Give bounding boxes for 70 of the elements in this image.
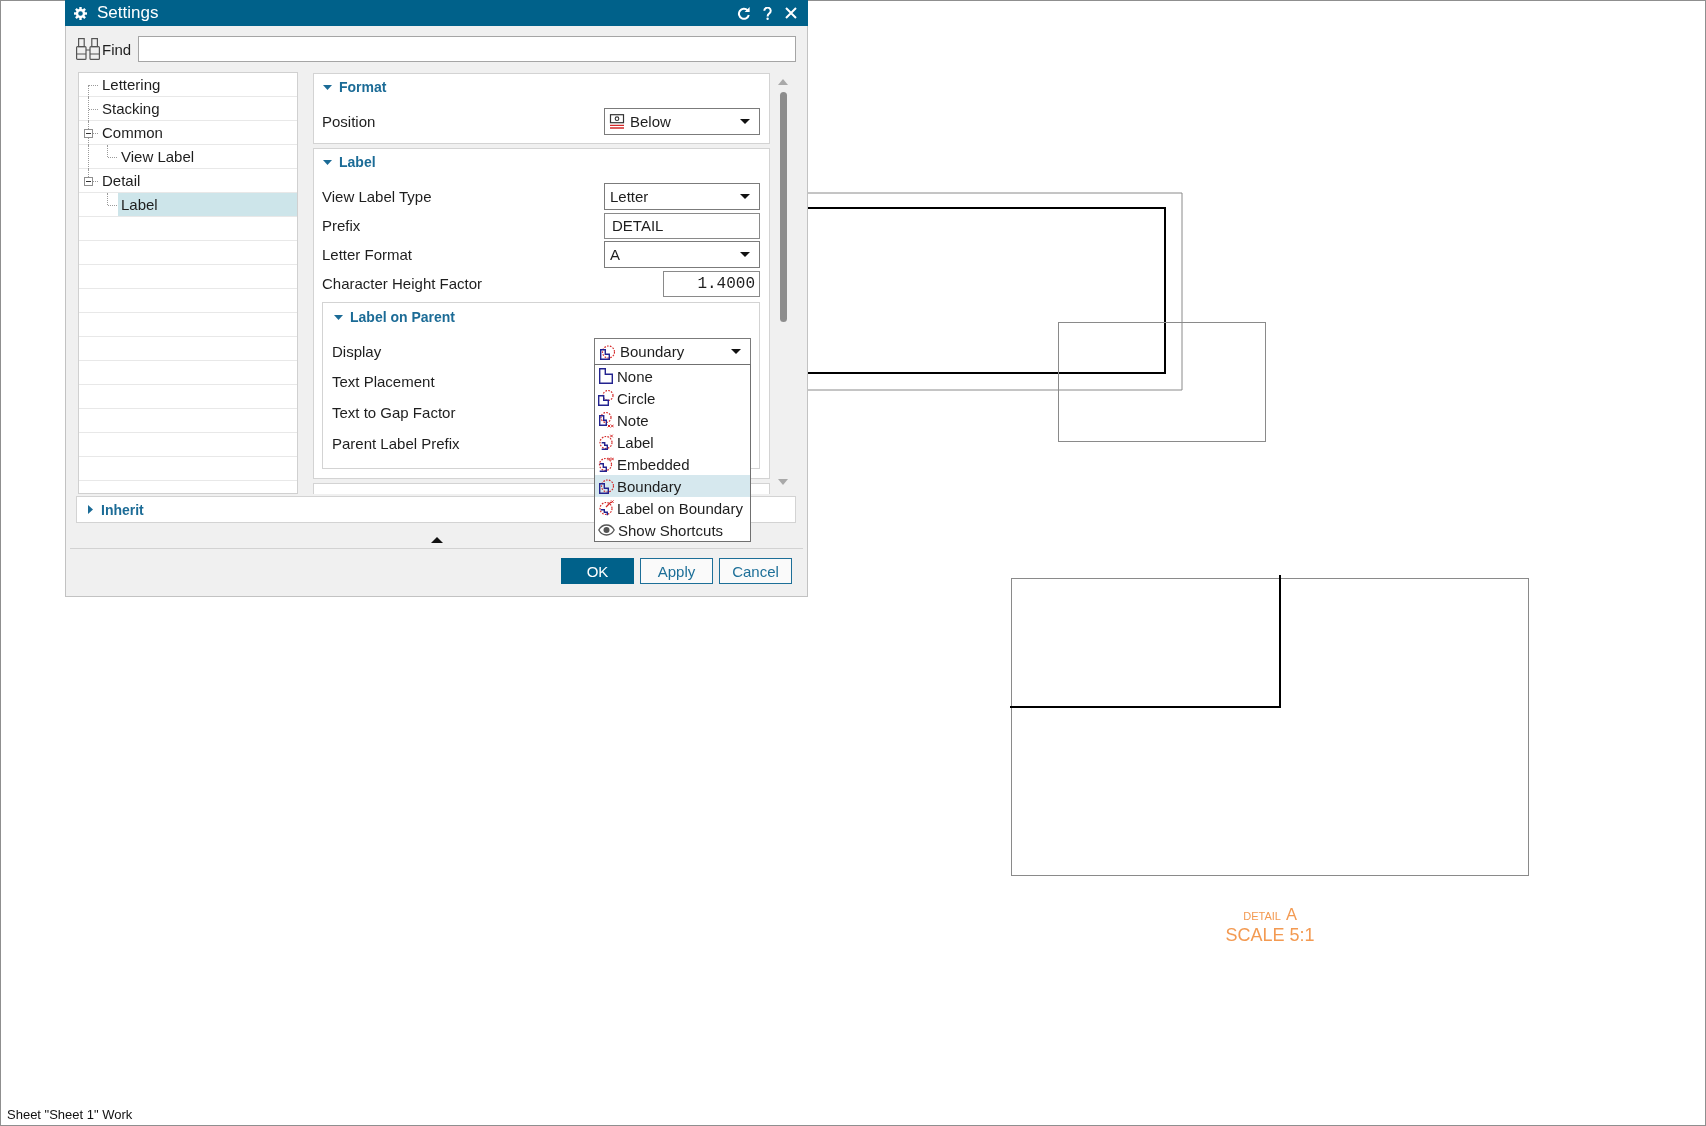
gear-icon bbox=[74, 6, 87, 20]
caret-down-icon bbox=[731, 349, 741, 354]
dropdown-option[interactable]: Label on Boundary bbox=[595, 497, 750, 519]
find-label: Find bbox=[102, 40, 132, 58]
caret-down-icon[interactable] bbox=[334, 314, 343, 320]
dropdown-option[interactable]: Note bbox=[595, 409, 750, 431]
close-icon[interactable] bbox=[785, 7, 797, 19]
window-title: Settings bbox=[97, 3, 160, 23]
number-field[interactable]: 1.4000 bbox=[663, 270, 760, 297]
monitor-icon bbox=[609, 114, 625, 129]
dialog-button[interactable]: Cancel bbox=[719, 558, 792, 584]
tree-item[interactable]: Label bbox=[118, 193, 297, 216]
field-label: Text Placement bbox=[332, 373, 435, 390]
section-title[interactable]: Format bbox=[339, 79, 387, 95]
section-title[interactable]: Inherit bbox=[101, 501, 144, 518]
tree-item[interactable]: Stacking bbox=[99, 97, 297, 120]
view-label-letter: A bbox=[1286, 905, 1297, 923]
dialog-button[interactable]: Apply bbox=[640, 558, 713, 584]
field-label: Position bbox=[322, 113, 376, 130]
tree-item[interactable]: Detail bbox=[99, 169, 297, 192]
view-label-prefix: DETAIL bbox=[1243, 910, 1281, 922]
help-icon[interactable] bbox=[763, 6, 772, 20]
dropdown-option[interactable]: Show Shortcuts bbox=[595, 519, 750, 541]
caret-down-icon bbox=[740, 194, 750, 199]
field-label: Display bbox=[332, 343, 382, 360]
eye-icon bbox=[598, 524, 615, 536]
section-title[interactable]: Label bbox=[339, 154, 376, 170]
tree-item[interactable]: Lettering bbox=[99, 73, 297, 96]
caret-down-icon bbox=[740, 252, 750, 257]
boundary-marker-icon bbox=[598, 478, 614, 494]
minus-icon[interactable] bbox=[84, 177, 93, 186]
circle-outline-icon bbox=[598, 390, 614, 406]
dropdown-option[interactable]: None bbox=[595, 365, 750, 387]
boundary-label-icon bbox=[598, 500, 614, 516]
scrollbar-thumb[interactable] bbox=[779, 92, 787, 322]
field-label: View Label Type bbox=[322, 188, 432, 205]
status-text: Sheet "Sheet 1" Work bbox=[7, 1107, 133, 1122]
field-label: Parent Label Prefix bbox=[332, 435, 460, 452]
tree-item[interactable]: Common bbox=[99, 121, 297, 144]
text-field[interactable]: DETAIL bbox=[604, 212, 760, 239]
note-marker-icon bbox=[598, 412, 614, 428]
field-label: Letter Format bbox=[322, 246, 413, 263]
dropdown-option[interactable]: Embedded bbox=[595, 453, 750, 475]
label-marker-icon bbox=[598, 434, 614, 450]
dropdown[interactable]: A bbox=[604, 241, 760, 268]
embedded-marker-icon bbox=[598, 456, 614, 472]
dropdown[interactable]: Letter bbox=[604, 183, 760, 210]
field-label: Text to Gap Factor bbox=[332, 404, 456, 421]
dropdown-option[interactable]: Label bbox=[595, 431, 750, 453]
field-label: Prefix bbox=[322, 217, 361, 234]
view-scale-label: SCALE 5:1 bbox=[1225, 925, 1315, 945]
tree-item[interactable]: View Label bbox=[118, 145, 297, 168]
section-title[interactable]: Label on Parent bbox=[350, 309, 456, 325]
caret-down-icon bbox=[740, 119, 750, 124]
minus-icon[interactable] bbox=[84, 129, 93, 138]
field-label: Character Height Factor bbox=[322, 275, 483, 292]
caret-right-icon[interactable] bbox=[88, 505, 93, 514]
outline-shape-icon bbox=[598, 368, 614, 384]
caret-up-icon[interactable] bbox=[430, 537, 443, 543]
binoculars-icon bbox=[76, 38, 100, 60]
dropdown-option[interactable]: Circle bbox=[595, 387, 750, 409]
circular-arrow-icon[interactable] bbox=[737, 6, 750, 20]
find-field[interactable] bbox=[138, 36, 797, 62]
dialog-button[interactable]: OK bbox=[561, 558, 634, 584]
dropdown[interactable]: Below bbox=[604, 108, 760, 135]
caret-down-icon[interactable] bbox=[323, 159, 332, 165]
dropdown-option[interactable]: Boundary bbox=[595, 475, 750, 497]
dropdown[interactable]: Boundary bbox=[594, 338, 751, 365]
boundary-marker-icon bbox=[599, 343, 615, 360]
caret-down-icon[interactable] bbox=[323, 84, 332, 90]
